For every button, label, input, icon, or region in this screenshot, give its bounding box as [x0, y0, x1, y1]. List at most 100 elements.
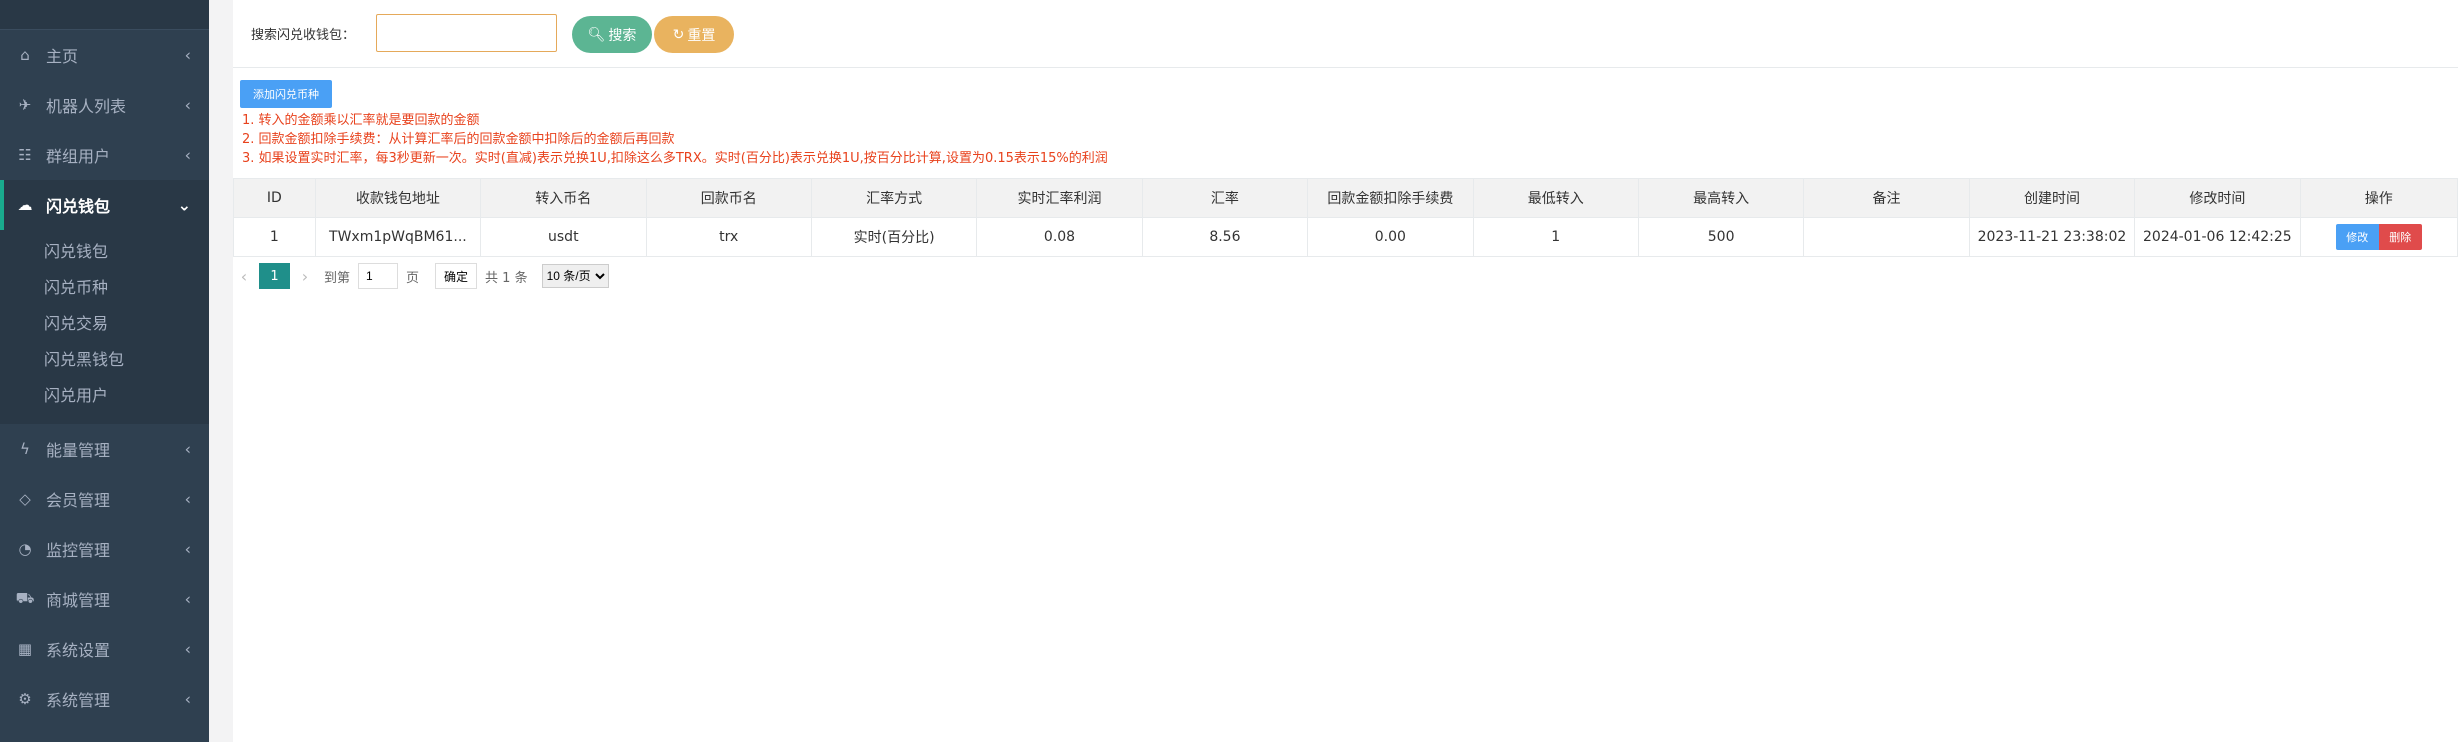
submenu-item-flash-trade[interactable]: 闪兑交易: [0, 306, 209, 342]
column-header-rate[interactable]: 汇率: [1141, 178, 1309, 218]
page-size-select[interactable]: 10 条/页: [541, 264, 609, 288]
cell-max-in: 500: [1637, 217, 1805, 257]
column-header-created[interactable]: 创建时间: [1968, 178, 2136, 218]
chevron-left-icon: ‹: [184, 489, 191, 509]
sidebar-submenu: 闪兑钱包 闪兑币种 闪兑交易 闪兑黑钱包 闪兑用户: [0, 230, 209, 424]
note-line: 1. 转入的金额乘以汇率就是要回款的金额: [242, 113, 480, 128]
sidebar-item-label: 会员管理: [46, 491, 111, 510]
sidebar-top-bar: [0, 0, 209, 30]
table-row: 1 TWxm1pWqBM61... usdt trx 实时(百分比) 0.08 …: [233, 217, 2458, 257]
cell-min-in: 1: [1472, 217, 1639, 257]
column-header-remark[interactable]: 备注: [1803, 178, 1970, 218]
home-icon: ⌂: [20, 46, 30, 64]
column-header-actions: 操作: [2299, 178, 2458, 218]
sidebar-item-label: 机器人列表: [46, 97, 127, 116]
column-header-max-in[interactable]: 最高转入: [1637, 178, 1805, 218]
gear-icon: ⚙: [18, 690, 32, 708]
search-label: 搜索闪兑收钱包：: [251, 28, 356, 43]
column-header-modified[interactable]: 修改时间: [2134, 178, 2301, 218]
sidebar-item-home[interactable]: ⌂ 主页 ‹: [0, 30, 209, 80]
sidebar-item-settings[interactable]: ▦ 系统设置 ‹: [0, 624, 209, 674]
prev-page-icon[interactable]: ‹: [233, 267, 255, 286]
sidebar-item-label: 群组用户: [46, 147, 111, 166]
cloud-icon: ☁: [17, 196, 33, 214]
sidebar-item-shop[interactable]: ⛟ 商城管理 ‹: [0, 574, 209, 624]
column-header-in-coin[interactable]: 转入币名: [480, 178, 647, 218]
cell-address: TWxm1pWqBM61...: [314, 217, 482, 257]
column-header-fee[interactable]: 回款金额扣除手续费: [1307, 178, 1474, 218]
search-icon: 🔍︎: [587, 26, 606, 42]
chevron-left-icon: ‹: [184, 589, 191, 609]
content-panel: 搜索闪兑收钱包： 🔍︎ 搜索 ↻ 重置 添加闪兑币种 1. 转入的金额乘以汇率就…: [233, 0, 2458, 742]
column-header-rt-profit[interactable]: 实时汇率利润: [976, 178, 1143, 218]
sidebar-item-robots[interactable]: ✈ 机器人列表 ‹: [0, 80, 209, 130]
sidebar-item-group-users[interactable]: ☷ 群组用户 ‹: [0, 130, 209, 180]
sidebar-item-members[interactable]: ◇ 会员管理 ‹: [0, 474, 209, 524]
search-bar: 搜索闪兑收钱包： 🔍︎ 搜索 ↻ 重置: [233, 0, 2458, 68]
chevron-left-icon: ‹: [184, 639, 191, 659]
main-area: 搜索闪兑收钱包： 🔍︎ 搜索 ↻ 重置 添加闪兑币种 1. 转入的金额乘以汇率就…: [209, 0, 2458, 742]
note-line: 2. 回款金额扣除手续费：从计算汇率后的回款金额中扣除后的金额后再回款: [242, 132, 675, 147]
reset-button[interactable]: ↻ 重置: [654, 16, 734, 53]
cell-modified: 2024-01-06 12:42:25: [2134, 217, 2301, 257]
chevron-left-icon: ‹: [184, 95, 191, 115]
column-header-out-coin[interactable]: 回款币名: [645, 178, 812, 218]
delete-button[interactable]: 删除: [2378, 224, 2422, 250]
row-actions: 修改 删除: [2301, 224, 2456, 250]
app-layout: ⌂ 主页 ‹ ✈ 机器人列表 ‹ ☷ 群组用户 ‹ ☁ 闪兑钱包 ⌄ 闪兑钱包: [0, 0, 2458, 742]
cart-icon: ⛟: [15, 589, 35, 607]
pagination: ‹ 1 › 到第 页 确定 共 1 条 10 条/页: [233, 263, 609, 289]
reset-button-label: 重置: [687, 26, 716, 43]
sidebar-item-label: 能量管理: [46, 441, 111, 460]
column-header-min-in[interactable]: 最低转入: [1472, 178, 1639, 218]
sidebar-item-label: 商城管理: [46, 591, 111, 610]
submenu-item-flash-blacklist[interactable]: 闪兑黑钱包: [0, 342, 209, 378]
table-header-row: ID 收款钱包地址 转入币名 回款币名 汇率方式 实时汇率利润 汇率 回款金额扣…: [233, 178, 2458, 218]
windows-icon: ▦: [17, 640, 33, 658]
coin-table: ID 收款钱包地址 转入币名 回款币名 汇率方式 实时汇率利润 汇率 回款金额扣…: [233, 178, 2458, 257]
goto-page-input[interactable]: [358, 263, 399, 289]
refresh-icon: ↻: [672, 26, 685, 42]
cell-remark: [1803, 217, 1970, 257]
chevron-left-icon: ‹: [184, 145, 191, 165]
page-number-current[interactable]: 1: [259, 263, 290, 289]
goto-confirm-button[interactable]: 确定: [435, 263, 478, 289]
bolt-icon: ϟ: [20, 440, 30, 458]
sidebar-item-flash-wallet[interactable]: ☁ 闪兑钱包 ⌄: [0, 180, 209, 230]
sidebar-menu: ⌂ 主页 ‹ ✈ 机器人列表 ‹ ☷ 群组用户 ‹ ☁ 闪兑钱包 ⌄ 闪兑钱包: [0, 30, 209, 724]
cell-rt-profit: 0.08: [976, 217, 1143, 257]
plane-icon: ✈: [18, 96, 32, 114]
diamond-icon: ◇: [19, 490, 31, 508]
chevron-left-icon: ‹: [184, 539, 191, 559]
add-coin-button[interactable]: 添加闪兑币种: [240, 80, 332, 108]
sidebar: ⌂ 主页 ‹ ✈ 机器人列表 ‹ ☷ 群组用户 ‹ ☁ 闪兑钱包 ⌄ 闪兑钱包: [0, 0, 209, 742]
column-header-address[interactable]: 收款钱包地址: [314, 178, 482, 218]
sidebar-item-label: 闪兑钱包: [46, 197, 111, 216]
chevron-down-icon: ⌄: [177, 195, 191, 215]
sidebar-item-energy[interactable]: ϟ 能量管理 ‹: [0, 424, 209, 474]
cell-actions: 修改 删除: [2299, 217, 2458, 257]
edit-button[interactable]: 修改: [2335, 224, 2379, 250]
chevron-left-icon: ‹: [184, 45, 191, 65]
cell-created: 2023-11-21 23:38:02: [1968, 217, 2136, 257]
search-input[interactable]: [376, 14, 557, 52]
submenu-item-flash-users[interactable]: 闪兑用户: [0, 378, 209, 414]
sidebar-item-monitor[interactable]: ◔ 监控管理 ‹: [0, 524, 209, 574]
sidebar-item-label: 系统设置: [46, 641, 111, 660]
cell-out-coin: trx: [645, 217, 812, 257]
submenu-item-flash-coin[interactable]: 闪兑币种: [0, 270, 209, 306]
cell-rate-mode: 实时(百分比): [810, 217, 978, 257]
goto-prefix: 到第: [324, 270, 351, 286]
submenu-item-flash-wallet[interactable]: 闪兑钱包: [0, 234, 209, 270]
column-header-rate-mode[interactable]: 汇率方式: [810, 178, 978, 218]
search-button[interactable]: 🔍︎ 搜索: [572, 16, 652, 53]
note-line: 3. 如果设置实时汇率，每3秒更新一次。实时(直减)表示兑换1U,扣除这么多TR…: [242, 151, 1108, 166]
cell-fee: 0.00: [1307, 217, 1474, 257]
sidebar-item-system[interactable]: ⚙ 系统管理 ‹: [0, 674, 209, 724]
sidebar-item-label: 主页: [46, 47, 79, 66]
cell-in-coin: usdt: [480, 217, 647, 257]
total-count: 共 1 条: [485, 270, 528, 286]
column-header-id[interactable]: ID: [233, 178, 316, 218]
cell-rate: 8.56: [1141, 217, 1309, 257]
next-page-icon[interactable]: ›: [294, 267, 316, 286]
